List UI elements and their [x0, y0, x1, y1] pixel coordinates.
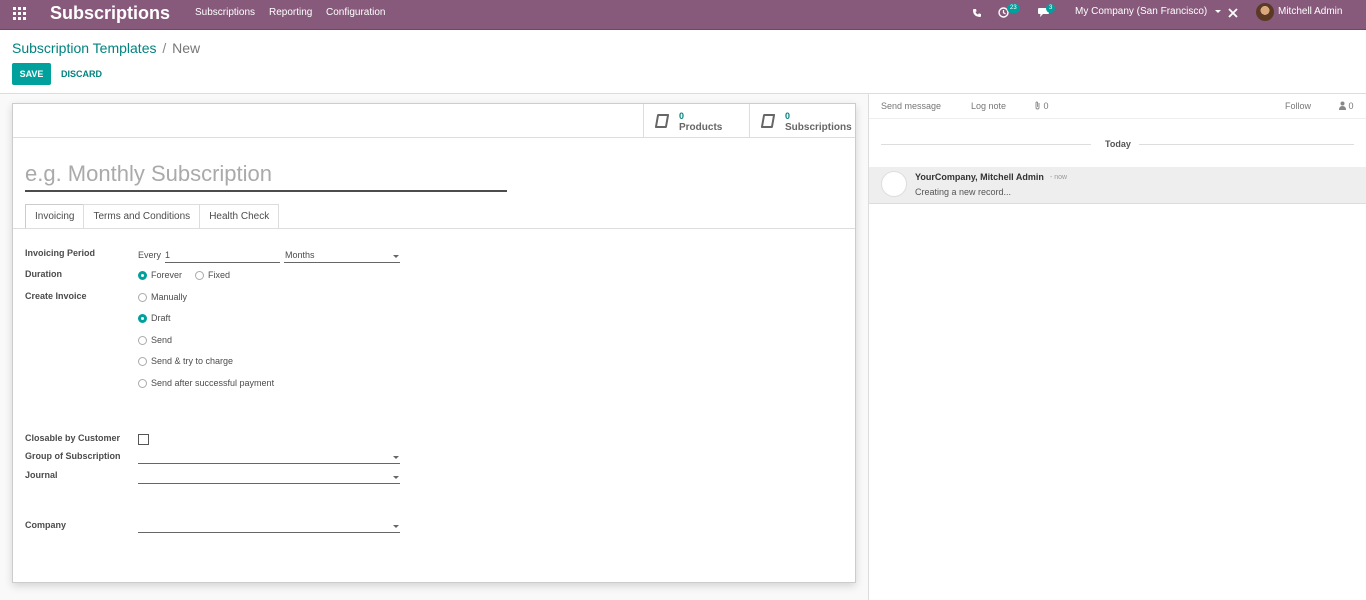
invoicing-period-label: Invoicing Period [25, 248, 96, 258]
invoice-draft-radio[interactable] [138, 314, 147, 323]
attachments-button[interactable]: 0 [1034, 101, 1049, 111]
interval-unit-value: Months [285, 250, 315, 260]
caret-down-icon [393, 456, 399, 459]
send-message-button[interactable]: Send message [881, 101, 941, 111]
follow-button[interactable]: Follow [1285, 101, 1311, 111]
tab-invoicing[interactable]: Invoicing [25, 204, 85, 228]
invoice-send-charge-label: Send & try to charge [151, 356, 234, 366]
menu-configuration[interactable]: Configuration [326, 7, 385, 18]
today-separator-right [1139, 144, 1354, 145]
message-timestamp: - now [1050, 174, 1068, 181]
tabs-divider [13, 228, 855, 229]
phone-icon[interactable] [972, 8, 982, 18]
duration-forever-label: Forever [151, 270, 183, 280]
message-author[interactable]: YourCompany, Mitchell Admin [915, 172, 1044, 182]
duration-fixed-radio[interactable] [195, 271, 204, 280]
closable-label: Closable by Customer [25, 433, 121, 443]
menu-subscriptions[interactable]: Subscriptions [195, 7, 255, 18]
chatter-top-divider [869, 118, 1366, 119]
user-menu[interactable]: Mitchell Admin [1278, 6, 1342, 17]
tab-health-check[interactable]: Health Check [199, 204, 280, 228]
breadcrumb-parent[interactable]: Subscription Templates [12, 40, 156, 56]
subscriptions-label: Subscriptions [785, 122, 852, 133]
invoice-manually-radio[interactable] [138, 293, 147, 302]
apps-grid-icon[interactable] [12, 6, 26, 20]
top-navbar: Subscriptions Subscriptions Reporting Co… [0, 0, 1366, 30]
group-label: Group of Subscription [25, 451, 121, 461]
invoice-send-after-payment-radio[interactable] [138, 379, 147, 388]
invoice-send-charge-radio[interactable] [138, 357, 147, 366]
subscriptions-stat-button[interactable]: 0 Subscriptions [749, 104, 855, 137]
discard-button[interactable]: DISCARD [61, 69, 102, 79]
create-invoice-label: Create Invoice [25, 291, 87, 301]
book-icon [760, 114, 776, 128]
breadcrumb: Subscription Templates / New [12, 40, 200, 56]
invoice-manually-label: Manually [151, 292, 188, 302]
followers-button[interactable]: 0 [1339, 101, 1354, 111]
debug-tools-icon[interactable] [1228, 8, 1238, 18]
duration-fixed-label: Fixed [208, 270, 231, 280]
journal-select[interactable] [138, 468, 400, 484]
today-label: Today [1105, 139, 1131, 149]
book-icon [654, 114, 670, 128]
group-select[interactable] [138, 448, 400, 464]
chatter-panel: Send message Log note 0 Follow 0 Today Y… [868, 94, 1366, 600]
stat-button-box: 0 Products 0 Subscriptions [643, 104, 855, 137]
user-icon [1339, 101, 1346, 110]
interval-value: 1 [165, 250, 171, 260]
menu-reporting[interactable]: Reporting [269, 7, 312, 18]
button-box-divider [13, 137, 855, 138]
company-select[interactable] [138, 517, 400, 533]
company-name: My Company (San Francisco) [1075, 6, 1208, 17]
interval-unit-select[interactable]: Months [284, 247, 400, 263]
every-label: Every [138, 250, 162, 260]
products-label: Products [679, 122, 723, 133]
notebook-tabs: Invoicing Terms and Conditions Health Ch… [25, 204, 280, 228]
company-label: Company [25, 520, 67, 530]
message-author-avatar[interactable] [881, 171, 907, 197]
followers-count: 0 [1348, 101, 1354, 111]
today-separator-left [881, 144, 1091, 145]
invoice-draft-label: Draft [151, 313, 171, 323]
invoice-send-label: Send [151, 335, 173, 345]
invoice-send-radio[interactable] [138, 336, 147, 345]
app-brand: Subscriptions [50, 3, 171, 23]
interval-input[interactable]: 1 [165, 247, 280, 263]
breadcrumb-current: New [172, 40, 201, 56]
subscriptions-count: 0 [785, 111, 791, 121]
template-name-input[interactable] [25, 158, 507, 192]
paperclip-icon [1035, 101, 1040, 110]
invoice-send-after-payment-label: Send after successful payment [151, 378, 275, 388]
company-switcher[interactable]: My Company (San Francisco) [1075, 6, 1222, 17]
chatter-message: YourCompany, Mitchell Admin - now Creati… [869, 167, 1366, 204]
breadcrumb-separator: / [162, 40, 167, 56]
caret-down-icon [393, 476, 399, 479]
activity-count-badge: 23 [1007, 4, 1020, 13]
log-note-button[interactable]: Log note [971, 101, 1006, 111]
caret-down-icon [1215, 9, 1222, 13]
user-avatar[interactable] [1256, 3, 1274, 21]
attachments-count: 0 [1043, 101, 1049, 111]
products-stat-button[interactable]: 0 Products [643, 104, 749, 137]
message-count-badge: 3 [1046, 4, 1056, 13]
journal-label: Journal [25, 470, 58, 480]
duration-forever-radio[interactable] [138, 271, 147, 280]
caret-down-icon [393, 255, 399, 258]
message-body: Creating a new record... [915, 187, 1012, 197]
products-count: 0 [679, 111, 685, 121]
closable-checkbox[interactable] [138, 434, 149, 445]
caret-down-icon [393, 525, 399, 528]
tab-terms-and-conditions[interactable]: Terms and Conditions [83, 204, 201, 228]
duration-label: Duration [25, 269, 62, 279]
form-sheet: 0 Products 0 Subscriptions Invoicing Ter… [12, 103, 856, 583]
save-button[interactable]: SAVE [12, 63, 51, 85]
